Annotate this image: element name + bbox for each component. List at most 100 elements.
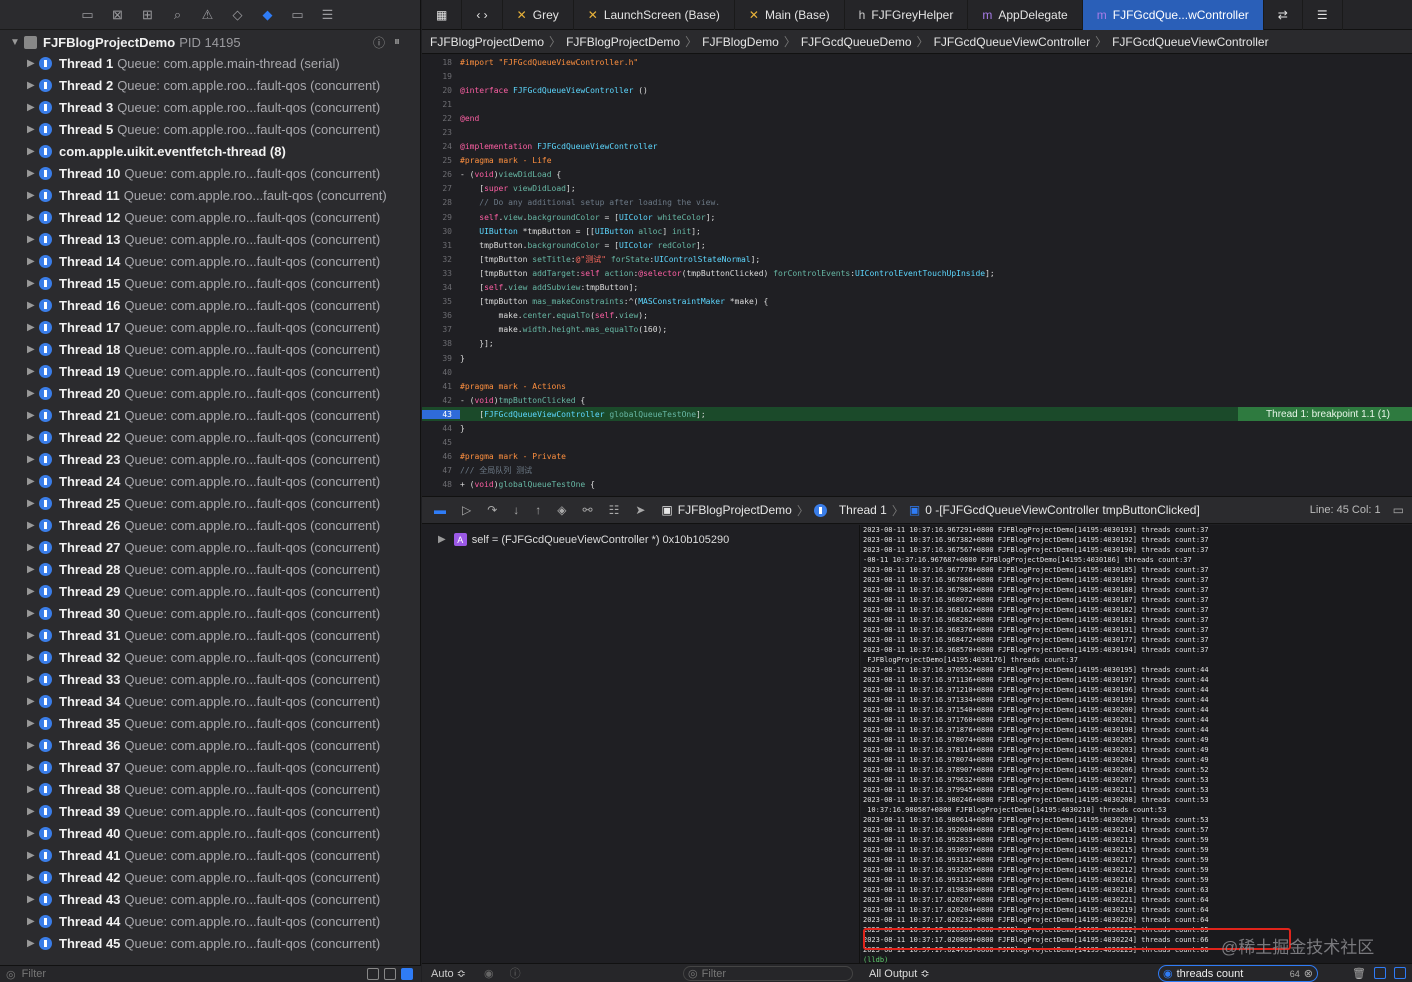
chevron-right-icon[interactable]: ▶ (27, 344, 39, 355)
variables-filter-input[interactable]: Filter (702, 968, 726, 980)
chevron-right-icon[interactable]: ▶ (27, 322, 39, 333)
code-line[interactable]: 23 (422, 125, 1412, 139)
thread-row[interactable]: ▶ Thread 11 Queue: com.apple.roo...fault-q… (0, 184, 420, 206)
code-line[interactable]: 31 tmpButton.backgroundColor = [UIColor … (422, 238, 1412, 252)
code-line[interactable]: 29 self.view.backgroundColor = [UIColor … (422, 210, 1412, 224)
split-icon[interactable]: ⇄ (1264, 0, 1303, 30)
line-number[interactable]: 23 (422, 128, 460, 137)
tab-4[interactable]: m AppDelegate (968, 0, 1083, 30)
thread-row[interactable]: ▶ Thread 41 Queue: com.apple.ro...fault-qo… (0, 844, 420, 866)
thread-row[interactable]: ▶ Thread 2 Queue: com.apple.roo...fault-qo… (0, 74, 420, 96)
view-hierarchy-icon[interactable]: ◈ (557, 503, 566, 517)
chevron-right-icon[interactable]: ▶ (27, 234, 39, 245)
thread-row[interactable]: ▶ Thread 28 Queue: com.apple.ro...fault-qo… (0, 558, 420, 580)
console-filter[interactable]: ◉ threads count 64 ⊗ (1158, 965, 1318, 982)
show-variables-icon[interactable] (1374, 967, 1386, 979)
thread-row[interactable]: ▶ Thread 25 Queue: com.apple.ro...fault-qo… (0, 492, 420, 514)
step-out-icon[interactable]: ↑ (535, 503, 541, 517)
line-number[interactable]: 36 (422, 311, 460, 320)
chevron-right-icon[interactable]: ▶ (27, 674, 39, 685)
line-number[interactable]: 45 (422, 438, 460, 447)
chevron-right-icon[interactable]: ▶ (27, 388, 39, 399)
code-line[interactable]: 41 #pragma mark - Actions (422, 379, 1412, 393)
code-line[interactable]: 40 (422, 365, 1412, 379)
code-line[interactable]: 39} (422, 351, 1412, 365)
diamond-icon[interactable]: ◇ (228, 5, 247, 24)
code-editor[interactable]: 18 #import "FJFGcdQueueViewController.h" 1… (422, 55, 1412, 495)
line-number[interactable]: 44 (422, 424, 460, 433)
chevron-right-icon[interactable]: ▶ (27, 696, 39, 707)
chevron-right-icon[interactable]: ▶ (27, 146, 39, 157)
chevron-right-icon[interactable]: ▶ (27, 256, 39, 267)
console-toggle-icon[interactable]: ▭ (1393, 503, 1404, 517)
chevron-right-icon[interactable]: ▶ (27, 828, 39, 839)
code-line[interactable]: 37 make.width.height.mas_equalTo(160); (422, 323, 1412, 337)
debug-path-project[interactable]: FJFBlogProjectDemo (678, 503, 792, 517)
chevron-right-icon[interactable]: ▶ (27, 652, 39, 663)
chevron-right-icon[interactable]: ▶ (27, 520, 39, 531)
chevron-right-icon[interactable]: ▶ (438, 534, 446, 545)
xmark-square-icon[interactable]: ⊠ (108, 5, 127, 24)
code-line[interactable]: 27 [super viewDidLoad]; (422, 182, 1412, 196)
code-line[interactable]: 22 @end (422, 111, 1412, 125)
code-line[interactable]: 34 [self.view addSubview:tmpButton]; (422, 281, 1412, 295)
line-number[interactable]: 29 (422, 213, 460, 222)
line-number[interactable]: 18 (422, 58, 460, 67)
thread-row[interactable]: ▶ Thread 42 Queue: com.apple.ro...fault-qo… (0, 866, 420, 888)
line-number[interactable]: 40 (422, 368, 460, 377)
line-number[interactable]: 21 (422, 100, 460, 109)
chevron-right-icon[interactable]: ▶ (27, 498, 39, 509)
crash-filter-icon[interactable] (367, 968, 379, 980)
line-number[interactable]: 48 (422, 480, 460, 489)
thread-row[interactable]: ▶ Thread 19 Queue: com.apple.ro...fault-qo… (0, 360, 420, 382)
line-number[interactable]: 41 (422, 382, 460, 391)
thread-row[interactable]: ▶ Thread 29 Queue: com.apple.ro...fault-qo… (0, 580, 420, 602)
thread-row[interactable]: ▶ Thread 21 Queue: com.apple.ro...fault-qo… (0, 404, 420, 426)
line-number[interactable]: 33 (422, 269, 460, 278)
thread-row[interactable]: ▶ Thread 35 Queue: com.apple.ro...fault-qo… (0, 712, 420, 734)
chevron-right-icon[interactable]: ▶ (27, 542, 39, 553)
chevron-right-icon[interactable]: ▶ (27, 872, 39, 883)
thread-row[interactable]: ▶ Thread 13 Queue: com.apple.ro...fault-qo… (0, 228, 420, 250)
code-line[interactable]: 48 + (void)globalQueueTestOne { (422, 478, 1412, 492)
chevron-right-icon[interactable]: ▶ (27, 168, 39, 179)
chevron-right-icon[interactable]: ▶ (27, 410, 39, 421)
chevron-right-icon[interactable]: ▶ (27, 212, 39, 223)
process-filter-icon[interactable] (401, 968, 413, 980)
line-number[interactable]: 25 (422, 156, 460, 165)
debug-navigator-icon[interactable]: ◆ (258, 5, 277, 24)
chevron-right-icon[interactable]: ▶ (27, 784, 39, 795)
chevron-right-icon[interactable]: ▶ (27, 454, 39, 465)
code-line[interactable]: 20 @interface FJFGcdQueueViewController (… (422, 83, 1412, 97)
line-number[interactable]: 31 (422, 241, 460, 250)
thread-row[interactable]: ▶ Thread 3 Queue: com.apple.roo...fault-qo… (0, 96, 420, 118)
code-line[interactable]: 35 [tmpButton mas_makeConstraints:^(MASC… (422, 295, 1412, 309)
line-number[interactable]: 20 (422, 86, 460, 95)
chevron-right-icon[interactable]: ▶ (27, 762, 39, 773)
code-line[interactable]: 30 UIButton *tmpButton = [[UIButton allo… (422, 224, 1412, 238)
variables-scope-select[interactable]: Auto ≎ (422, 967, 482, 980)
code-line[interactable]: 25 #pragma mark - Life (422, 154, 1412, 168)
clear-icon[interactable]: ⊗ (1304, 967, 1313, 980)
thread-row[interactable]: ▶ Thread 27 Queue: com.apple.ro...fault-qo… (0, 536, 420, 558)
code-line[interactable]: 21 (422, 97, 1412, 111)
location-icon[interactable]: ➤ (635, 503, 645, 517)
line-number[interactable]: 47 (422, 466, 460, 475)
code-line[interactable]: 38 }]; (422, 337, 1412, 351)
thread-row[interactable]: ▶ Thread 14 Queue: com.apple.ro...fault-qo… (0, 250, 420, 272)
code-line[interactable]: 42- (void)tmpButtonClicked { (422, 393, 1412, 407)
chevron-right-icon[interactable]: ▶ (27, 564, 39, 575)
thread-row[interactable]: ▶ Thread 5 Queue: com.apple.roo...fault-qo… (0, 118, 420, 140)
debug-path-frame[interactable]: 0 -[FJFGcdQueueViewController tmpButtonC… (925, 503, 1200, 517)
debug-path-thread[interactable]: Thread 1 (839, 503, 887, 517)
console-output[interactable]: 2023-08-11 10:37:16.967291+0800 FJFBlogP… (861, 525, 1412, 963)
grid-icon[interactable]: ▦ (422, 0, 463, 30)
folder-icon[interactable]: ▭ (78, 5, 97, 24)
line-number[interactable]: 34 (422, 283, 460, 292)
navigator-filter-input[interactable]: Filter (22, 968, 46, 980)
code-line[interactable]: 45 (422, 436, 1412, 450)
chevron-right-icon[interactable]: ▶ (27, 630, 39, 641)
tab-5[interactable]: m FJFGcdQue...wController (1082, 0, 1264, 30)
thread-row[interactable]: ▶ Thread 39 Queue: com.apple.ro...fault-qo… (0, 800, 420, 822)
breakpoint-navigator-icon[interactable]: ▭ (288, 5, 307, 24)
